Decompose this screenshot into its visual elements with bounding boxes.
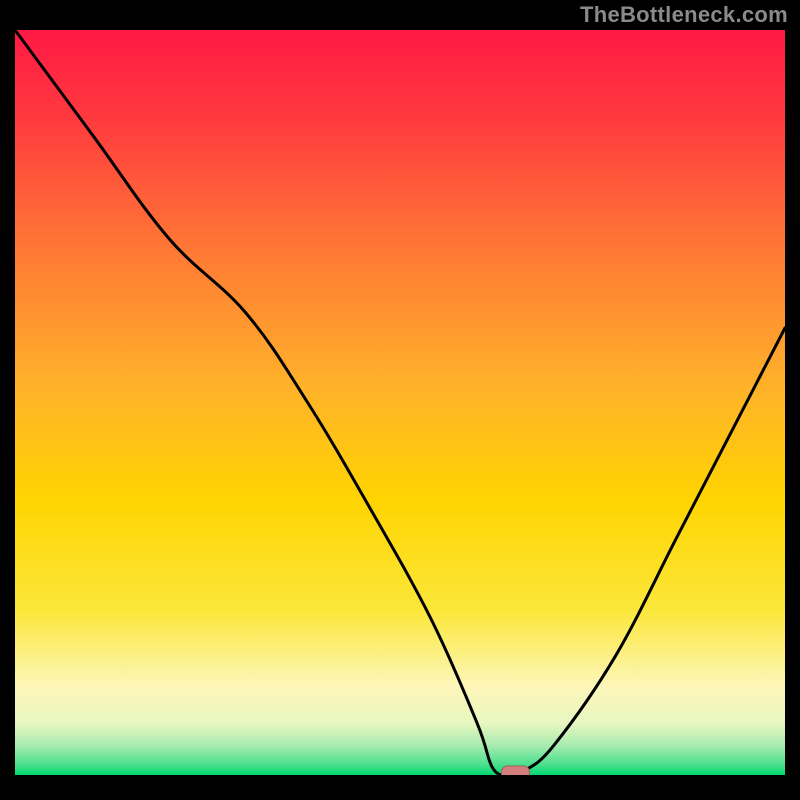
gradient-background bbox=[15, 30, 785, 775]
bottleneck-chart bbox=[15, 30, 785, 775]
optimum-marker bbox=[502, 766, 530, 775]
plot-area bbox=[15, 30, 785, 775]
chart-container: TheBottleneck.com bbox=[0, 0, 800, 800]
watermark-text: TheBottleneck.com bbox=[580, 2, 788, 28]
